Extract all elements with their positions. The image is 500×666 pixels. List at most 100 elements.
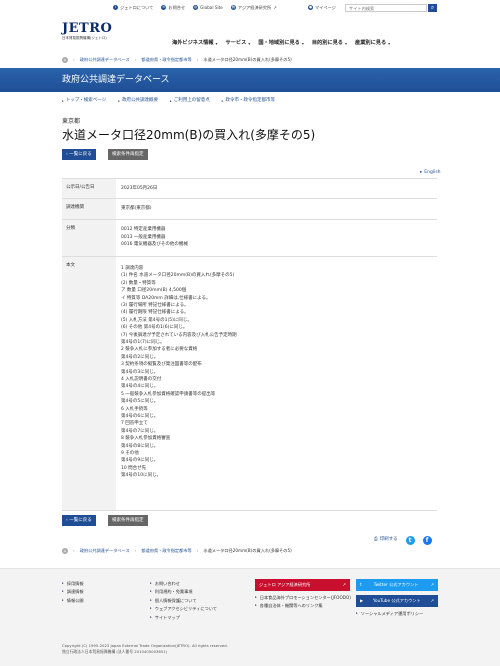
detail-label: 本文 <box>62 257 116 511</box>
home-icon[interactable]: ⌂ <box>62 548 68 554</box>
arrow-right-icon: ▸ <box>356 611 358 616</box>
breadcrumb-procurement-db[interactable]: 政府公共調達データベース <box>80 57 130 63</box>
detail-row-agency: 調達機関 東京都(東京都) <box>62 199 437 221</box>
chevron-left-icon: ‹ <box>66 152 68 157</box>
breadcrumb-prefectures[interactable]: 都道府県・政令指定都市等 <box>141 57 191 63</box>
util-link-contact[interactable]: ✉ お問合せ <box>161 5 185 11</box>
detail-value: 東京都(東京都) <box>121 206 152 212</box>
chevron-left-icon: ‹ <box>66 518 68 523</box>
detail-row-body: 本文 1 調達内容 (1) 件名 水道メータ口径20mm(B)の買入れ(多摩その… <box>62 257 437 512</box>
site-search-input[interactable] <box>345 4 427 12</box>
home-icon[interactable]: ⌂ <box>62 57 68 63</box>
arrow-right-icon: ▸ <box>255 603 257 608</box>
book-icon: ▤ <box>230 5 236 11</box>
footer-twitter-button[interactable]: t Twitter 公式アカウント ↗ <box>356 579 438 591</box>
page-title: 水道メータ口径20mm(B)の買入れ(多摩その5) <box>62 128 316 142</box>
footer-link-accessibility[interactable]: ▸ ウェブアクセシビリティについて <box>150 606 217 612</box>
gnav-by-region[interactable]: 国・地域別に見る ▾ <box>258 40 304 47</box>
search-button[interactable]: ⌕ <box>428 4 437 12</box>
arrow-right-icon: ▸ <box>150 614 152 619</box>
arrow-right-icon: ▸ <box>62 581 64 585</box>
external-link-icon: ↗ <box>342 582 346 588</box>
footer-col-4: t Twitter 公式アカウント ↗ ▶ YouTube 公式アカウント ↗ ▸ ソーシ… <box>356 579 438 617</box>
prefecture-label: 東京都 <box>62 118 81 125</box>
detail-value: 0012 特定産業用機器 0013 一般産業用機器 0016 電気機器及びその他… <box>121 227 188 248</box>
footer-link-terms[interactable]: ▸ 利用規約・免責事項 <box>150 589 217 595</box>
footer-ide-button[interactable]: ジェトロ アジア経済研究所 ↗ <box>255 579 350 591</box>
breadcrumb-prefectures[interactable]: 都道府県・政令指定都市等 <box>141 548 191 554</box>
global-nav: 海外ビジネス情報 ▾ サービス ▾ 国・地域別に見る ▾ 目的別に見る ▾ 産業別に見る… <box>172 40 390 47</box>
share-tools: ⎙ 印刷する t f <box>374 536 432 545</box>
procurement-detail-table: 公示日/公告日 2023年05月26日 調達機関 東京都(東京都) 分類 001… <box>62 178 437 512</box>
breadcrumb-bottom: ⌂ › 政府公共調達データベース › 都道府県・政令指定都市等 › 水道メータ口… <box>62 548 292 554</box>
external-link-icon: ↗ <box>273 5 277 10</box>
footer-social-policy-link[interactable]: ▸ ソーシャルメディア運用ポリシー <box>356 611 438 617</box>
arrow-right-icon: ▸ <box>150 606 152 611</box>
chevron-down-icon: ▾ <box>301 40 304 46</box>
footer-col-1: ▸ 採用情報 ▸ 調達情報 ▸ 情報公開 <box>62 581 84 606</box>
footer-link-privacy[interactable]: ▸ 個人情報保護について <box>150 598 217 604</box>
info-icon: i <box>113 5 118 11</box>
detail-row-date: 公示日/公告日 2023年05月26日 <box>62 179 437 200</box>
detail-label: 分類 <box>62 220 116 257</box>
detail-value: 2023年05月26日 <box>121 186 158 191</box>
chevron-down-icon: ▾ <box>215 40 218 46</box>
search-icon: ⌕ <box>430 4 435 11</box>
subnav-cities[interactable]: ▸ 政令市・政令指定都市等 <box>222 98 275 104</box>
footer-col-2: ▸ お問い合わせ ▸ 利用規約・免責事項 ▸ 個人情報保護について ▸ ウェブアクセシビ… <box>150 581 217 623</box>
print-link[interactable]: ⎙ 印刷する <box>374 537 398 543</box>
english-link[interactable]: ▸ English <box>420 170 441 176</box>
footer-col-3: ジェトロ アジア経済研究所 ↗ ▸ 日本食品海外プロモーションセンター(JFOODO… <box>255 579 351 612</box>
chevron-down-icon: ▾ <box>248 40 251 46</box>
footer-link-procurement[interactable]: ▸ 調達情報 <box>62 589 84 595</box>
util-link-ide[interactable]: ▤ アジア経済研究所 ↗ <box>230 5 277 11</box>
subnav-notes[interactable]: ▸ ご利用上の留意点 <box>170 98 210 104</box>
back-to-list-button[interactable]: ‹ 一覧に戻る <box>62 149 96 160</box>
footer-link-careers[interactable]: ▸ 採用情報 <box>62 581 84 587</box>
facebook-share-icon[interactable]: f <box>422 536 432 545</box>
util-link-about[interactable]: i ジェトロについて <box>113 5 153 11</box>
breadcrumb: ⌂ › 政府公共調達データベース › 都道府県・政令指定都市等 › 水道メータ口… <box>62 57 292 63</box>
globe-icon: ◍ <box>193 5 199 11</box>
footer-link-municipalities[interactable]: ▸ 各種自治体・機関等へのリンク集 <box>255 603 351 609</box>
arrow-right-icon: ▸ <box>420 170 423 175</box>
footer-link-disclosure[interactable]: ▸ 情報公開 <box>62 598 84 604</box>
banner-title: 政府公共調達データベース <box>62 75 170 85</box>
gnav-by-purpose[interactable]: 目的別に見る ▾ <box>312 40 347 47</box>
detail-label: 公示日/公告日 <box>62 179 116 199</box>
gnav-overseas-business[interactable]: 海外ビジネス情報 ▾ <box>172 40 218 47</box>
subnav-top-search[interactable]: ▸ トップ・検索ページ <box>62 98 106 104</box>
arrow-right-icon: ▸ <box>150 597 152 602</box>
back-to-list-button-bottom[interactable]: ‹ 一覧に戻る <box>62 515 96 526</box>
twitter-share-icon[interactable]: t <box>405 536 415 545</box>
gnav-by-industry[interactable]: 産業別に見る ▾ <box>355 40 390 47</box>
arrow-right-icon: ▸ <box>62 597 64 602</box>
breadcrumb-current: 水道メータ口径20mm(B)の買入れ(多摩その5) <box>203 57 292 63</box>
mail-icon: ✉ <box>161 5 167 11</box>
footer-link-jfoodo[interactable]: ▸ 日本食品海外プロモーションセンター(JFOODO) <box>255 595 351 601</box>
reset-search-button[interactable]: 検索条件再指定 <box>108 149 148 160</box>
footer-link-sitemap[interactable]: ▸ サイトマップ <box>150 615 217 621</box>
section-banner: 政府公共調達データベース <box>0 68 500 92</box>
gnav-services[interactable]: サービス ▾ <box>226 40 251 47</box>
util-link-global[interactable]: ◍ Global Site <box>193 5 223 11</box>
reset-search-button-bottom[interactable]: 検索条件再指定 <box>108 515 148 526</box>
footer-link-contact[interactable]: ▸ お問い合わせ <box>150 581 217 587</box>
external-link-icon: ↗ <box>430 598 434 604</box>
arrow-right-icon: ▸ <box>118 98 120 103</box>
detail-value: 1 調達内容 (1) 件名 水道メータ口径20mm(B)の買入れ(多摩その5) … <box>121 265 237 479</box>
detail-label: 調達機関 <box>62 199 116 220</box>
subnav-overview[interactable]: ▸ 政府公共調達概要 <box>118 98 158 104</box>
utility-links: i ジェトロについて ✉ お問合せ ◍ Global Site ▤ アジア経済研究所 ↗ <box>113 5 277 11</box>
printer-icon: ⎙ <box>374 537 378 543</box>
mypage-link[interactable]: ● マイページ <box>308 5 336 11</box>
logo-wordmark: JETRO <box>62 21 113 36</box>
footer-youtube-button[interactable]: ▶ YouTube 公式アカウント ↗ <box>356 595 438 607</box>
arrow-right-icon: ▸ <box>62 98 64 103</box>
breadcrumb-procurement-db[interactable]: 政府公共調達データベース <box>80 548 130 554</box>
arrow-right-icon: ▸ <box>150 589 152 594</box>
breadcrumb-current: 水道メータ口径20mm(B)の買入れ(多摩その5) <box>203 548 292 554</box>
detail-row-category: 分類 0012 特定産業用機器 0013 一般産業用機器 0016 電気機器及び… <box>62 220 437 258</box>
jetro-logo[interactable]: JETRO 日本貿易振興機構(ジェトロ) <box>62 22 122 41</box>
chevron-down-icon: ▾ <box>344 40 347 46</box>
